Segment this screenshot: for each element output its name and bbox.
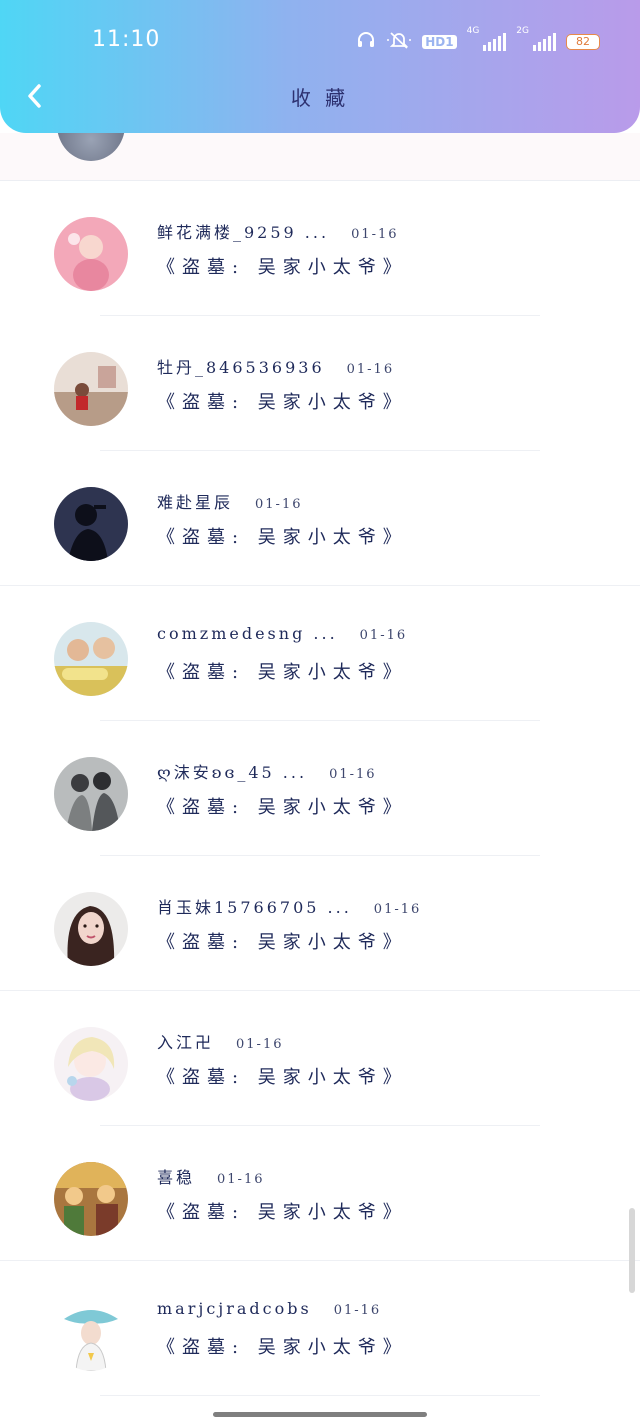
name-line: 肖玉妹15766705 ... 01-16 bbox=[157, 894, 421, 918]
collection-title: 《盗墓: 吴家小太爷》 bbox=[157, 1202, 408, 1223]
list-item[interactable]: 喜稳 01-16 《盗墓: 吴家小太爷》 bbox=[0, 1126, 640, 1261]
user-name: 肖玉妹15766705 ... bbox=[157, 898, 352, 917]
avatar[interactable] bbox=[54, 757, 128, 831]
avatar[interactable] bbox=[54, 622, 128, 696]
collection-title: 《盗墓: 吴家小太爷》 bbox=[157, 797, 408, 818]
name-line: 喜稳 01-16 bbox=[157, 1164, 265, 1188]
list-item[interactable]: 肖玉妹15766705 ... 01-16 《盗墓: 吴家小太爷》 bbox=[0, 856, 640, 991]
name-line: 鲜花满楼_9259 ... 01-16 bbox=[157, 219, 399, 243]
page-title: 收 藏 bbox=[290, 86, 350, 110]
name-line: 难赴星辰 01-16 bbox=[157, 489, 303, 513]
item-date: 01-16 bbox=[351, 227, 399, 242]
network-4g-label: 4G bbox=[466, 26, 480, 36]
avatar[interactable] bbox=[54, 892, 128, 966]
list-item[interactable]: 难赴星辰 01-16 《盗墓: 吴家小太爷》 bbox=[0, 451, 640, 586]
collection-title: 《盗墓: 吴家小太爷》 bbox=[157, 257, 408, 278]
scrollbar[interactable] bbox=[629, 1208, 635, 1293]
collection-title: 《盗墓: 吴家小太爷》 bbox=[157, 527, 408, 548]
name-line: comzmedesng ... 01-16 bbox=[157, 624, 407, 643]
avatar[interactable] bbox=[54, 217, 128, 291]
user-name: 牡丹_846536936 bbox=[157, 358, 325, 377]
network-2g-label: 2G bbox=[516, 26, 529, 36]
avatar[interactable] bbox=[54, 487, 128, 561]
avatar[interactable] bbox=[54, 352, 128, 426]
divider bbox=[100, 1395, 540, 1396]
battery-icon: 82 bbox=[566, 34, 600, 50]
mute-bell-icon bbox=[386, 30, 412, 54]
home-indicator[interactable] bbox=[213, 1412, 427, 1417]
signal-4g-icon bbox=[483, 33, 507, 51]
user-name: marjcjradcobs bbox=[157, 1299, 312, 1318]
item-date: 01-16 bbox=[359, 628, 408, 643]
item-date: 01-16 bbox=[333, 1303, 382, 1318]
user-name: 入江卍 bbox=[157, 1033, 215, 1052]
name-line: marjcjradcobs 01-16 bbox=[157, 1299, 381, 1318]
list-item[interactable]: 牡丹_846536936 01-16 《盗墓: 吴家小太爷》 bbox=[0, 316, 640, 451]
avatar bbox=[57, 133, 125, 161]
name-line: 入江卍 01-16 bbox=[157, 1029, 284, 1053]
name-line: ღ沫安ʚɞ_45 ... 01-16 bbox=[157, 759, 377, 783]
list-item[interactable]: 入江卍 01-16 《盗墓: 吴家小太爷》 bbox=[0, 991, 640, 1126]
status-icons: HD1 4G 2G 82 bbox=[356, 26, 600, 54]
collection-title: 《盗墓: 吴家小太爷》 bbox=[157, 662, 408, 683]
collection-title: 《盗墓: 吴家小太爷》 bbox=[157, 392, 408, 413]
user-name: 难赴星辰 bbox=[157, 493, 234, 512]
user-name: ღ沫安ʚɞ_45 ... bbox=[157, 763, 308, 782]
user-name: 喜稳 bbox=[157, 1168, 196, 1187]
item-date: 01-16 bbox=[373, 902, 422, 917]
headphones-icon bbox=[356, 30, 376, 54]
collection-title: 《盗墓: 吴家小太爷》 bbox=[157, 932, 408, 953]
user-name: 鲜花满楼_9259 ... bbox=[157, 223, 330, 242]
name-line: 牡丹_846536936 01-16 bbox=[157, 354, 394, 378]
collection-title: 《盗墓: 吴家小太爷》 bbox=[157, 1067, 408, 1088]
hd-badge: HD1 bbox=[422, 35, 457, 49]
status-bar: 11:10 HD1 4G 2G 82 bbox=[0, 0, 640, 80]
header: 11:10 HD1 4G 2G 82 收 藏 bbox=[0, 0, 640, 133]
status-time: 11:10 bbox=[92, 27, 161, 52]
avatar[interactable] bbox=[54, 1027, 128, 1101]
collection-title: 《盗墓: 吴家小太爷》 bbox=[157, 1337, 408, 1358]
avatar[interactable] bbox=[54, 1162, 128, 1236]
list-item[interactable]: comzmedesng ... 01-16 《盗墓: 吴家小太爷》 bbox=[0, 586, 640, 721]
signal-2g-icon bbox=[533, 33, 556, 51]
item-date: 01-16 bbox=[329, 767, 377, 782]
list-item[interactable]: marjcjradcobs 01-16 《盗墓: 吴家小太爷》 bbox=[0, 1261, 640, 1396]
partial-list-item[interactable] bbox=[0, 133, 640, 181]
list-item[interactable]: 鲜花满楼_9259 ... 01-16 《盗墓: 吴家小太爷》 bbox=[0, 181, 640, 316]
item-date: 01-16 bbox=[236, 1037, 284, 1052]
list-item[interactable]: ღ沫安ʚɞ_45 ... 01-16 《盗墓: 吴家小太爷》 bbox=[0, 721, 640, 856]
user-name: comzmedesng ... bbox=[157, 624, 338, 643]
avatar[interactable] bbox=[54, 1297, 128, 1371]
item-date: 01-16 bbox=[346, 362, 395, 377]
item-date: 01-16 bbox=[255, 497, 303, 512]
item-date: 01-16 bbox=[217, 1172, 265, 1187]
